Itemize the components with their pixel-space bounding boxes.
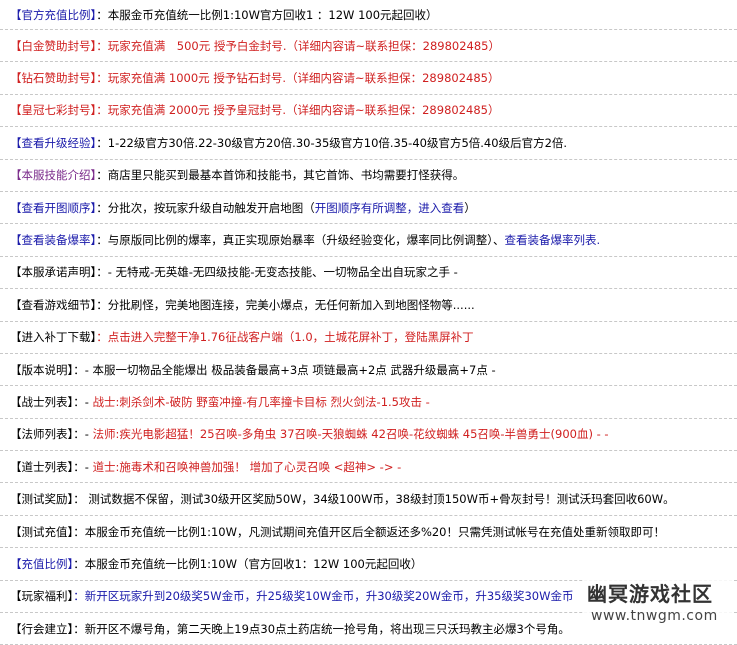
info-row: 【钻石赞助封号】：玩家充值满 1000元 授予钻石封号.（详细内容请~联系担保：… <box>0 62 737 95</box>
row-content: 【测试奖励】： 测试数据不保留，测试30级开区奖励50W，34级100W币，38… <box>10 491 675 507</box>
row-content: 【玩家福利】：新开区玩家升到20级奖5W金币，升25级奖10W金币，升30级奖2… <box>10 588 573 604</box>
row-text: 道士:施毒术和召唤神兽加强！ 增加了心灵召唤 <超神> -> - <box>92 459 402 474</box>
row-content: 【官方充值比例】：本服金币充值统一比例1:10W官方回收1 ：12W 100元起… <box>10 7 438 23</box>
row-text: ：点击进入完整干净1.76征战客户端（1.0，土城花屏补丁，登陆黑屏补丁 <box>96 330 474 345</box>
row-text: 法师:疾光电影超猛！25召唤-多角虫 37召唤-天狼蜘蛛 42召唤-花纹蜘蛛 4… <box>92 427 609 442</box>
row-tag[interactable]: 【钻石赞助封号】 <box>10 71 96 85</box>
row-content: 【进入补丁下载】：点击进入完整干净1.76征战客户端（1.0，土城花屏补丁，登陆… <box>10 329 474 345</box>
info-row: 【皇冠七彩封号】：玩家充值满 2000元 授予皇冠封号.（详细内容请~联系担保：… <box>0 95 737 128</box>
row-content: 【本服技能介绍】：商店里只能买到最基本首饰和技能书，其它首饰、书均需要打怪获得。 <box>10 167 464 183</box>
site-watermark: 幽冥游戏社区 www.tnwgm.com <box>583 574 733 632</box>
info-row: 【本服技能介绍】：商店里只能买到最基本首饰和技能书，其它首饰、书均需要打怪获得。 <box>0 160 737 192</box>
row-tag[interactable]: 【查看开图顺序】 <box>10 201 96 215</box>
row-tag[interactable]: 【战士列表】 <box>10 395 73 409</box>
row-content: 【查看装备爆率】：与原版同比例的爆率，真正实现原始暴率（升级经验变化，爆率同比例… <box>10 232 600 248</box>
row-tag[interactable]: 【本服承诺声明】 <box>10 265 96 279</box>
row-tag[interactable]: 【查看游戏细节】 <box>10 298 96 312</box>
row-content: 【皇冠七彩封号】：玩家充值满 2000元 授予皇冠封号.（详细内容请~联系担保：… <box>10 102 499 118</box>
row-text: ：新开区玩家升到20级奖5W金币，升25级奖10W金币，升30级奖20W金币，升… <box>73 589 574 604</box>
row-tag[interactable]: 【测试充值】 <box>10 525 73 539</box>
row-tag[interactable]: 【道士列表】 <box>10 460 73 474</box>
row-text: ：本服金币充值统一比例1:10W，凡测试期间充值开区后全额返还多%20！只需凭测… <box>73 524 666 539</box>
row-text: ：- 无特戒-无英雄-无四级技能-无变态技能、一切物品全出自玩家之手 - <box>96 265 458 280</box>
row-content: 【战士列表】：- 战士:刺杀剑术-破防 野蛮冲撞-有几率撞卡目标 烈火剑法-1.… <box>10 394 430 410</box>
row-tag[interactable]: 【本服技能介绍】 <box>10 168 96 182</box>
row-tag[interactable]: 【玩家福利】 <box>10 589 73 603</box>
row-text: ：本服金币充值统一比例1:10W（官方回收1：12W 100元起回收） <box>73 556 423 571</box>
row-content: 【查看游戏细节】：分批刷怪，完美地图连接，完美小爆点，无任何新加入到地图怪物等.… <box>10 297 475 313</box>
info-row: 【战士列表】：- 战士:刺杀剑术-破防 野蛮冲撞-有几率撞卡目标 烈火剑法-1.… <box>0 386 737 419</box>
row-text: ） <box>464 200 476 215</box>
row-text: 战士:刺杀剑术-破防 野蛮冲撞-有几率撞卡目标 烈火剑法-1.5攻击 - <box>92 394 430 409</box>
row-content: 【测试充值】：本服金币充值统一比例1:10W，凡测试期间充值开区后全额返还多%2… <box>10 524 665 540</box>
row-tag[interactable]: 【充值比例】 <box>10 557 73 571</box>
info-row: 【官方充值比例】：本服金币充值统一比例1:10W官方回收1 ：12W 100元起… <box>0 0 737 30</box>
row-text: ：- <box>73 394 93 409</box>
info-row: 【进入补丁下载】：点击进入完整干净1.76征战客户端（1.0，土城花屏补丁，登陆… <box>0 322 737 354</box>
row-tag[interactable]: 【查看升级经验】 <box>10 136 96 150</box>
info-row: 【查看游戏细节】：分批刷怪，完美地图连接，完美小爆点，无任何新加入到地图怪物等.… <box>0 289 737 322</box>
row-text: ：1-22级官方30倍.22-30级官方20倍.30-35级官方10倍.35-4… <box>96 135 568 150</box>
row-text: ：玩家充值满 1000元 授予钻石封号.（详细内容请~联系担保：28980248… <box>96 71 500 86</box>
info-row: 【查看升级经验】：1-22级官方30倍.22-30级官方20倍.30-35级官方… <box>0 127 737 160</box>
row-text: ：与原版同比例的爆率，真正实现原始暴率（升级经验变化，爆率同比例调整）、 <box>96 233 505 248</box>
watermark-url: www.tnwgm.com <box>591 608 718 624</box>
info-row: 【查看开图顺序】：分批次，按玩家升级自动触发开启地图（开图顺序有所调整，进入查看… <box>0 192 737 225</box>
row-tag[interactable]: 【查看装备爆率】 <box>10 233 96 247</box>
row-text: ： 测试数据不保留，测试30级开区奖励50W，34级100W币，38级封顶150… <box>73 492 675 507</box>
row-content: 【本服承诺声明】：- 无特戒-无英雄-无四级技能-无变态技能、一切物品全出自玩家… <box>10 264 458 280</box>
info-row: 【查看装备爆率】：与原版同比例的爆率，真正实现原始暴率（升级经验变化，爆率同比例… <box>0 224 737 257</box>
info-row: 【道士列表】：- 道士:施毒术和召唤神兽加强！ 增加了心灵召唤 <超神> -> … <box>0 451 737 484</box>
row-tag[interactable]: 【白金赞助封号】 <box>10 39 96 53</box>
watermark-title: 幽冥游戏社区 <box>587 582 713 606</box>
row-text: ：分批次，按玩家升级自动触发开启地图（ <box>96 200 315 215</box>
row-tag[interactable]: 【法师列表】 <box>10 427 73 441</box>
row-content: 【钻石赞助封号】：玩家充值满 1000元 授予钻石封号.（详细内容请~联系担保：… <box>10 70 499 86</box>
row-tag[interactable]: 【进入补丁下载】 <box>10 330 96 344</box>
row-text: ：- <box>73 459 93 474</box>
info-row: 【版本说明】：- 本服一切物品全能爆出 极品装备最高+3点 项链最高+2点 武器… <box>0 354 737 387</box>
row-content: 【法师列表】：- 法师:疾光电影超猛！25召唤-多角虫 37召唤-天狼蜘蛛 42… <box>10 426 609 442</box>
row-content: 【充值比例】：本服金币充值统一比例1:10W（官方回收1：12W 100元起回收… <box>10 556 422 572</box>
row-text: ：分批刷怪，完美地图连接，完美小爆点，无任何新加入到地图怪物等...... <box>96 297 475 312</box>
row-content: 【道士列表】：- 道士:施毒术和召唤神兽加强！ 增加了心灵召唤 <超神> -> … <box>10 459 401 475</box>
row-text: ：- 本服一切物品全能爆出 极品装备最高+3点 项链最高+2点 武器升级最高+7… <box>73 362 496 377</box>
info-row: 【本服承诺声明】：- 无特戒-无英雄-无四级技能-无变态技能、一切物品全出自玩家… <box>0 257 737 290</box>
row-tag[interactable]: 【版本说明】 <box>10 363 73 377</box>
row-tag[interactable]: 【测试奖励】 <box>10 492 73 506</box>
row-text: ：新开区不爆号角，第二天晚上19点30点土药店统一抢号角，将出现三只沃玛教主必爆… <box>73 621 570 636</box>
info-row: 【测试奖励】： 测试数据不保留，测试30级开区奖励50W，34级100W币，38… <box>0 483 737 516</box>
row-content: 【白金赞助封号】：玩家充值满 500元 授予白金封号.（详细内容请~联系担保：2… <box>10 38 500 54</box>
row-text: ：本服金币充值统一比例1:10W官方回收1 ：12W 100元起回收） <box>96 7 438 22</box>
row-tag[interactable]: 【皇冠七彩封号】 <box>10 103 96 117</box>
row-text[interactable]: 查看装备爆率列表. <box>505 233 601 247</box>
row-text[interactable]: 开图顺序有所调整，进入查看 <box>315 201 465 215</box>
info-row: 【测试充值】：本服金币充值统一比例1:10W，凡测试期间充值开区后全额返还多%2… <box>0 516 737 549</box>
row-text: ：商店里只能买到最基本首饰和技能书，其它首饰、书均需要打怪获得。 <box>96 168 465 183</box>
row-content: 【查看升级经验】：1-22级官方30倍.22-30级官方20倍.30-35级官方… <box>10 135 567 151</box>
row-content: 【查看开图顺序】：分批次，按玩家升级自动触发开启地图（开图顺序有所调整，进入查看… <box>10 200 476 216</box>
row-text: ：玩家充值满 500元 授予白金封号.（详细内容请~联系担保：289802485… <box>96 38 500 53</box>
row-tag[interactable]: 【官方充值比例】 <box>10 8 96 22</box>
info-row: 【法师列表】：- 法师:疾光电影超猛！25召唤-多角虫 37召唤-天狼蜘蛛 42… <box>0 419 737 452</box>
row-content: 【行会建立】：新开区不爆号角，第二天晚上19点30点土药店统一抢号角，将出现三只… <box>10 621 570 637</box>
info-table: 【官方充值比例】：本服金币充值统一比例1:10W官方回收1 ：12W 100元起… <box>0 0 737 645</box>
row-text: ：- <box>73 427 93 442</box>
row-content: 【版本说明】：- 本服一切物品全能爆出 极品装备最高+3点 项链最高+2点 武器… <box>10 362 496 378</box>
info-row: 【白金赞助封号】：玩家充值满 500元 授予白金封号.（详细内容请~联系担保：2… <box>0 30 737 63</box>
row-text: ：玩家充值满 2000元 授予皇冠封号.（详细内容请~联系担保：28980248… <box>96 103 500 118</box>
row-tag[interactable]: 【行会建立】 <box>10 622 73 636</box>
